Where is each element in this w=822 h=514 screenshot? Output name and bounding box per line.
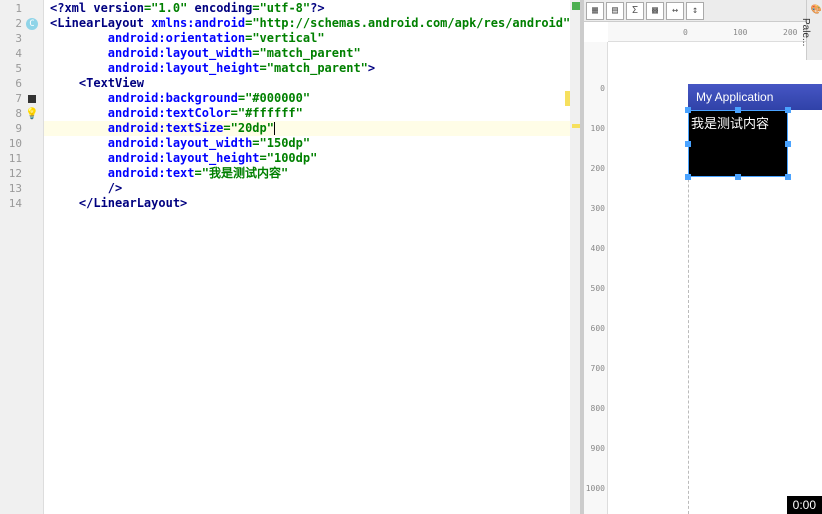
class-icon: C <box>26 18 38 30</box>
resize-handle[interactable] <box>685 107 691 113</box>
code-line[interactable]: <?xml version="1.0" encoding="utf-8"?> <box>44 1 570 16</box>
ruler-tick: 400 <box>591 244 605 253</box>
line-number: 13 <box>0 182 22 195</box>
time-badge: 0:00 <box>787 496 822 514</box>
line-number: 4 <box>0 47 22 60</box>
ruler-tick: 300 <box>591 204 605 213</box>
color-swatch-icon[interactable] <box>28 95 36 103</box>
ruler-tick: 700 <box>591 364 605 373</box>
textview-text: 我是测试内容 <box>691 116 769 131</box>
palette-tab[interactable]: Pale... <box>806 0 822 60</box>
code-line[interactable]: <TextView <box>44 76 570 91</box>
app-titlebar: My Application <box>688 84 822 110</box>
code-line[interactable]: android:layout_width="150dp" <box>44 136 570 151</box>
sigma-icon[interactable]: Σ <box>626 2 644 20</box>
line-number: 6 <box>0 77 22 90</box>
ruler-horizontal: 0 100 200 <box>608 22 822 42</box>
canvas[interactable]: My Application 我是测试内容 <box>608 42 822 514</box>
code-line[interactable]: android:layout_width="match_parent" <box>44 46 570 61</box>
code-line[interactable]: android:background="#000000" <box>44 91 570 106</box>
marker-bar[interactable] <box>570 0 580 514</box>
ruler-tick: 200 <box>783 28 797 37</box>
ruler-tick: 500 <box>591 284 605 293</box>
design-surface[interactable]: 0 100 200 0 100 200 300 400 500 600 700 800 900 1000… <box>584 22 822 514</box>
code-line[interactable]: android:orientation="vertical" <box>44 31 570 46</box>
line-number: 14 <box>0 197 22 210</box>
table-icon[interactable]: ▤ <box>606 2 624 20</box>
caret <box>274 122 275 135</box>
line-number: 3 <box>0 32 22 45</box>
line-number-gutter: 12C345678💡91011121314 <box>0 0 44 514</box>
code-line[interactable]: android:layout_height="100dp" <box>44 151 570 166</box>
code-line[interactable]: android:textColor="#ffffff" <box>44 106 570 121</box>
code-line[interactable]: android:textSize="20dp" <box>44 121 570 136</box>
ruler-tick: 800 <box>591 404 605 413</box>
ruler-tick: 0 <box>683 28 688 37</box>
code-line[interactable]: /> <box>44 181 570 196</box>
varrows-icon[interactable]: ↕ <box>686 2 704 20</box>
code-line[interactable]: android:layout_height="match_parent"> <box>44 61 570 76</box>
ruler-tick: 200 <box>591 164 605 173</box>
layout-icon[interactable]: ▦ <box>586 2 604 20</box>
line-number: 5 <box>0 62 22 75</box>
code-line[interactable]: android:text="我是测试内容" <box>44 166 570 181</box>
ruler-tick: 100 <box>733 28 747 37</box>
ruler-tick: 0 <box>600 84 605 93</box>
textview-preview[interactable]: 我是测试内容 <box>688 110 788 177</box>
resize-handle[interactable] <box>785 107 791 113</box>
line-number: 12 <box>0 167 22 180</box>
resize-handle[interactable] <box>685 141 691 147</box>
ruler-tick: 600 <box>591 324 605 333</box>
code-line[interactable]: <LinearLayout xmlns:android="http://sche… <box>44 16 570 31</box>
ruler-tick: 100 <box>591 124 605 133</box>
preview-toolbar: ▦▤Σ▩↔↕ <box>584 0 822 22</box>
resize-handle[interactable] <box>785 174 791 180</box>
harrows-icon[interactable]: ↔ <box>666 2 684 20</box>
line-number: 9 <box>0 122 22 135</box>
resize-handle[interactable] <box>735 174 741 180</box>
line-number: 2 <box>0 17 22 30</box>
code-editor-pane: 12C345678💡91011121314 𝙸 <?xml version="1… <box>0 0 580 514</box>
grid-icon[interactable]: ▩ <box>646 2 664 20</box>
analysis-ok-marker <box>572 2 580 10</box>
ruler-tick: 1000 <box>586 484 605 493</box>
line-number: 11 <box>0 152 22 165</box>
code-area[interactable]: 𝙸 <?xml version="1.0" encoding="utf-8"?>… <box>44 0 570 514</box>
ruler-tick: 900 <box>591 444 605 453</box>
line-number: 8 <box>0 107 22 120</box>
resize-handle[interactable] <box>685 174 691 180</box>
layout-preview-pane: ▦▤Σ▩↔↕ Pale... 0 100 200 0 100 200 300 400 500 6… <box>584 0 822 514</box>
line-number: 1 <box>0 2 22 15</box>
resize-handle[interactable] <box>785 141 791 147</box>
code-line[interactable]: </LinearLayout> <box>44 196 570 211</box>
line-number: 10 <box>0 137 22 150</box>
resize-handle[interactable] <box>735 107 741 113</box>
ruler-vertical: 0 100 200 300 400 500 600 700 800 900 1000 <box>584 42 608 514</box>
intention-bulb-icon[interactable]: 💡 <box>25 107 39 121</box>
line-number: 7 <box>0 92 22 105</box>
warning-marker[interactable] <box>572 124 580 128</box>
